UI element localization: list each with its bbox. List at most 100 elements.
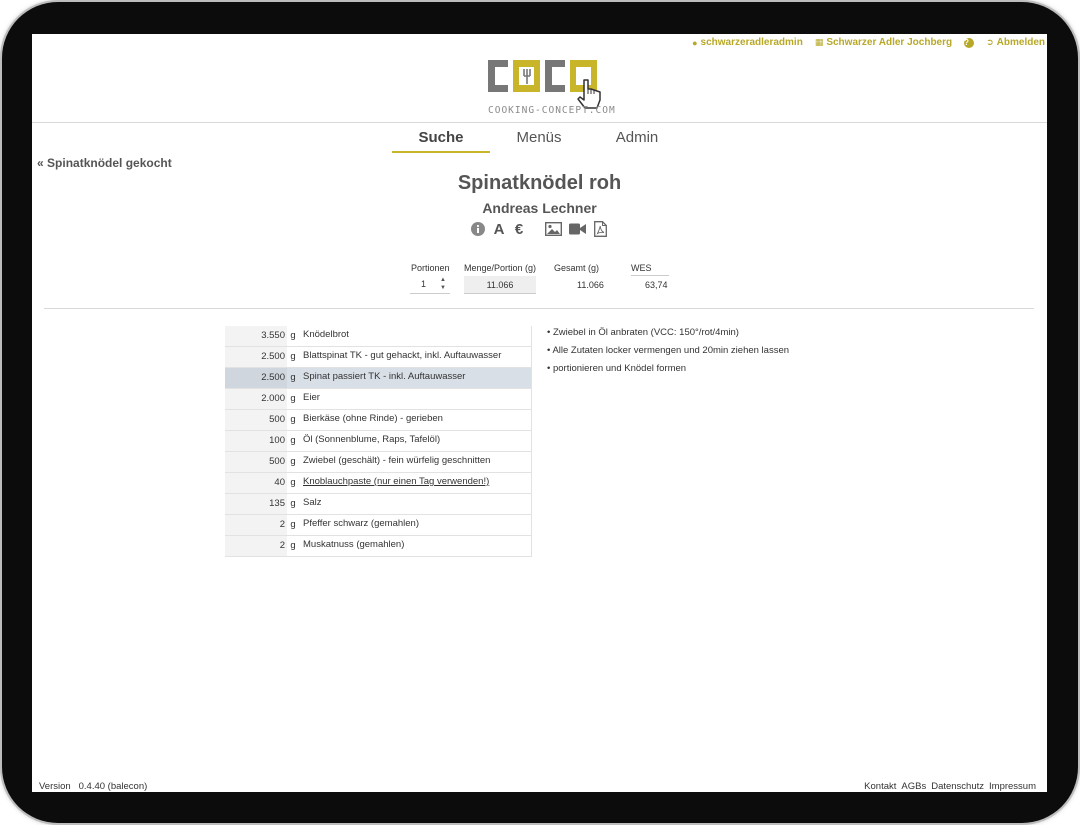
ingredient-row[interactable]: 2.000 g Eier [225, 389, 532, 410]
price-icon[interactable]: € [512, 221, 526, 238]
ingredient-unit: g [290, 540, 296, 551]
tab-suche[interactable]: Suche [392, 128, 490, 153]
portions-stepper[interactable]: 1 ▲ ▼ [410, 276, 450, 294]
ingredient-row[interactable]: 40 g Knoblauchpaste (nur einen Tag verwend… [225, 473, 532, 494]
ingredient-quantity: 2 [225, 515, 287, 535]
menge-header: Menge/Portion (g) [464, 263, 537, 273]
ingredient-unit: g [290, 351, 296, 362]
step-item: • Alle Zutaten locker vermengen und 20mi… [547, 345, 790, 356]
ingredient-unit: g [290, 435, 296, 446]
header-divider [32, 122, 1047, 123]
ingredient-quantity: 135 [225, 494, 287, 514]
row-border [531, 536, 532, 557]
hotel-label: Schwarzer Adler Jochberg [826, 37, 953, 48]
recipe-author: Andreas Lechner [482, 200, 597, 216]
version-value: 0.4.40 (balecon) [78, 781, 148, 792]
row-border [531, 326, 532, 347]
tab-admin[interactable]: Admin [588, 128, 686, 153]
tab-menues[interactable]: Menüs [490, 128, 588, 153]
logout-link[interactable]: ➲ Abmelden [986, 37, 1045, 48]
hotel-link[interactable]: ▦ Schwarzer Adler Jochberg [815, 37, 952, 48]
ingredient-row[interactable]: 2.500 g Blattspinat TK - gut gehackt, inkl… [225, 347, 532, 368]
user-bar: ● schwarzeradleradmin ▦ Schwarzer Adler … [692, 37, 1045, 48]
app-screen: ● schwarzeradleradmin ▦ Schwarzer Adler … [32, 34, 1047, 792]
row-border [531, 452, 532, 473]
wes-underline [631, 275, 669, 276]
ingredient-name: Bierkäse (ohne Rinde) - gerieben [303, 413, 443, 424]
ingredient-quantity: 2.500 [225, 347, 287, 367]
double-chevron-left-icon: « [37, 156, 44, 170]
logout-icon: ➲ [986, 37, 994, 47]
back-link[interactable]: « Spinatknödel gekocht [37, 156, 172, 170]
wes-value: 63,74 [645, 280, 668, 290]
ingredient-name: Blattspinat TK - gut gehackt, inkl. Auft… [303, 350, 502, 361]
stepper-arrows-icon[interactable]: ▲ ▼ [440, 276, 446, 292]
row-border [531, 347, 532, 368]
ingredient-row[interactable]: 500 g Bierkäse (ohne Rinde) - gerieben [225, 410, 532, 431]
ingredient-quantity: 100 [225, 431, 287, 451]
step-item: • portionieren und Knödel formen [547, 363, 687, 374]
logo-subtitle: COOKING-CONCEPT.COM [488, 105, 616, 116]
footer-links: Kontakt AGBs Datenschutz Impressum [864, 781, 1036, 792]
help-button[interactable]: ? [964, 37, 975, 48]
ingredient-row[interactable]: 2 g Muskatnuss (gemahlen) [225, 536, 532, 557]
row-border [531, 368, 532, 389]
ingredient-row[interactable]: 135 g Salz [225, 494, 532, 515]
username-label: schwarzeradleradmin [700, 37, 803, 48]
ingredient-unit: g [290, 414, 296, 425]
footer-link-agbs[interactable]: AGBs [901, 781, 926, 792]
user-icon: ● [692, 37, 698, 48]
ingredient-row[interactable]: 3.550 g Knödelbrot [225, 326, 532, 347]
ingredient-name: Spinat passiert TK - inkl. Auftauwasser [303, 371, 466, 382]
ingredient-quantity: 40 [225, 473, 287, 493]
ingredient-row[interactable]: 2 g Pfeffer schwarz (gemahlen) [225, 515, 532, 536]
menge-input[interactable]: 11.066 [464, 276, 536, 294]
main-nav: Suche Menüs Admin [392, 128, 686, 153]
building-icon: ▦ [814, 37, 824, 47]
image-icon[interactable] [544, 221, 562, 237]
ingredient-name: Pfeffer schwarz (gemahlen) [303, 518, 419, 529]
ingredient-name: Salz [303, 497, 322, 508]
gesamt-value: 11.066 [577, 280, 604, 290]
version-info: Version 0.4.40 (balecon) [39, 781, 147, 792]
row-border [531, 389, 532, 410]
version-label: Version [39, 781, 71, 792]
ingredient-name: Zwiebel (geschält) - fein würfelig gesch… [303, 455, 491, 466]
ingredient-quantity: 500 [225, 410, 287, 430]
ingredient-name: Knödelbrot [303, 329, 349, 340]
footer-link-impressum[interactable]: Impressum [989, 781, 1036, 792]
preparation-steps: • Zwiebel in Öl anbraten (VCC: 150°/rot/… [547, 327, 789, 381]
ingredient-unit: g [290, 372, 296, 383]
gesamt-header: Gesamt (g) [554, 263, 600, 273]
ingredient-unit: g [290, 498, 296, 509]
row-border [531, 473, 532, 494]
ingredient-quantity: 2 [225, 536, 287, 556]
ingredient-unit: g [290, 519, 296, 530]
back-link-label: Spinatknödel gekocht [47, 156, 172, 170]
portionen-header: Portionen [411, 263, 450, 273]
ingredient-quantity: 500 [225, 452, 287, 472]
video-icon[interactable] [568, 221, 586, 237]
ingredient-unit: g [290, 330, 296, 341]
allergen-icon[interactable]: A [490, 221, 508, 238]
footer-link-datenschutz[interactable]: Datenschutz [931, 781, 984, 792]
ingredient-name[interactable]: Knoblauchpaste (nur einen Tag verwenden!… [303, 473, 489, 491]
pdf-icon[interactable] [592, 221, 608, 237]
ingredient-list: 3.550 g Knödelbrot 2.500 g Blattspinat TK - g… [225, 326, 532, 557]
recipe-actions: A € [470, 221, 608, 238]
footer-link-kontakt[interactable]: Kontakt [864, 781, 896, 792]
ingredient-row[interactable]: 100 g Öl (Sonnenblume, Raps, Tafelöl) [225, 431, 532, 452]
ingredient-name: Muskatnuss (gemahlen) [303, 539, 405, 550]
wes-header: WES [631, 263, 652, 273]
ingredient-row[interactable]: 2.500 g Spinat passiert TK - inkl. Auftauw… [225, 368, 532, 389]
step-item: • Zwiebel in Öl anbraten (VCC: 150°/rot/… [547, 327, 739, 338]
info-icon[interactable] [470, 221, 486, 237]
logout-label: Abmelden [996, 37, 1045, 48]
ingredient-quantity: 3.550 [225, 326, 287, 346]
recipe-title: Spinatknödel roh [457, 172, 622, 194]
user-link[interactable]: ● schwarzeradleradmin [692, 37, 803, 48]
row-border [531, 494, 532, 515]
ingredient-unit: g [290, 393, 296, 404]
row-border [531, 431, 532, 452]
ingredient-row[interactable]: 500 g Zwiebel (geschält) - fein würfelig g… [225, 452, 532, 473]
